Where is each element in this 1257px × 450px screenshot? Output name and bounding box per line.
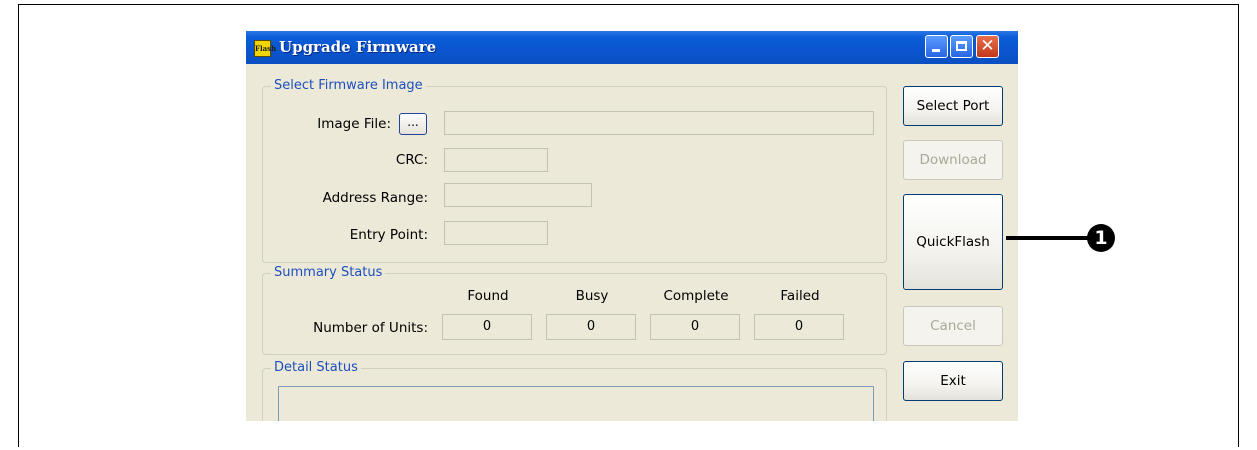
found-count: 0	[442, 314, 532, 340]
callout-number-badge: 1	[1087, 224, 1115, 252]
column-complete: Complete	[663, 288, 729, 304]
number-of-units-label: Number of Units:	[313, 320, 428, 336]
browse-button[interactable]: ...	[399, 113, 427, 135]
title-bar[interactable]: Flash Upgrade Firmware ✕	[246, 31, 1018, 64]
select-port-button[interactable]: Select Port	[903, 86, 1003, 126]
exit-button[interactable]: Exit	[903, 361, 1003, 401]
column-found: Found	[467, 288, 509, 304]
group-label-detail: Detail Status	[271, 360, 361, 376]
address-range-field	[444, 183, 592, 207]
group-label-summary: Summary Status	[271, 265, 386, 281]
entry-point-field	[444, 221, 548, 245]
column-failed: Failed	[780, 288, 820, 304]
callout-line	[1006, 236, 1092, 240]
maximize-icon	[956, 41, 967, 51]
address-range-label: Address Range:	[322, 190, 428, 206]
cancel-button[interactable]: Cancel	[903, 306, 1003, 346]
detail-status-box[interactable]	[278, 386, 874, 421]
complete-count: 0	[650, 314, 740, 340]
maximize-button[interactable]	[950, 35, 973, 58]
close-icon: ✕	[980, 36, 995, 56]
column-busy: Busy	[575, 288, 609, 304]
flash-app-icon: Flash	[254, 40, 276, 57]
download-button[interactable]: Download	[903, 140, 1003, 180]
quickflash-button[interactable]: QuickFlash	[903, 194, 1003, 290]
crc-field	[444, 148, 548, 172]
close-button[interactable]: ✕	[976, 35, 999, 58]
window-title: Upgrade Firmware	[279, 38, 437, 56]
busy-count: 0	[546, 314, 636, 340]
failed-count: 0	[754, 314, 844, 340]
crc-label: CRC:	[395, 152, 428, 168]
image-file-label: Image File:	[317, 116, 391, 132]
image-file-field[interactable]	[444, 111, 874, 135]
group-label-firmware: Select Firmware Image	[271, 78, 426, 94]
minimize-icon	[932, 49, 940, 52]
upgrade-firmware-window: Flash Upgrade Firmware ✕ Select Firmware…	[246, 31, 1018, 421]
entry-point-label: Entry Point:	[349, 227, 428, 243]
minimize-button[interactable]	[925, 35, 948, 58]
